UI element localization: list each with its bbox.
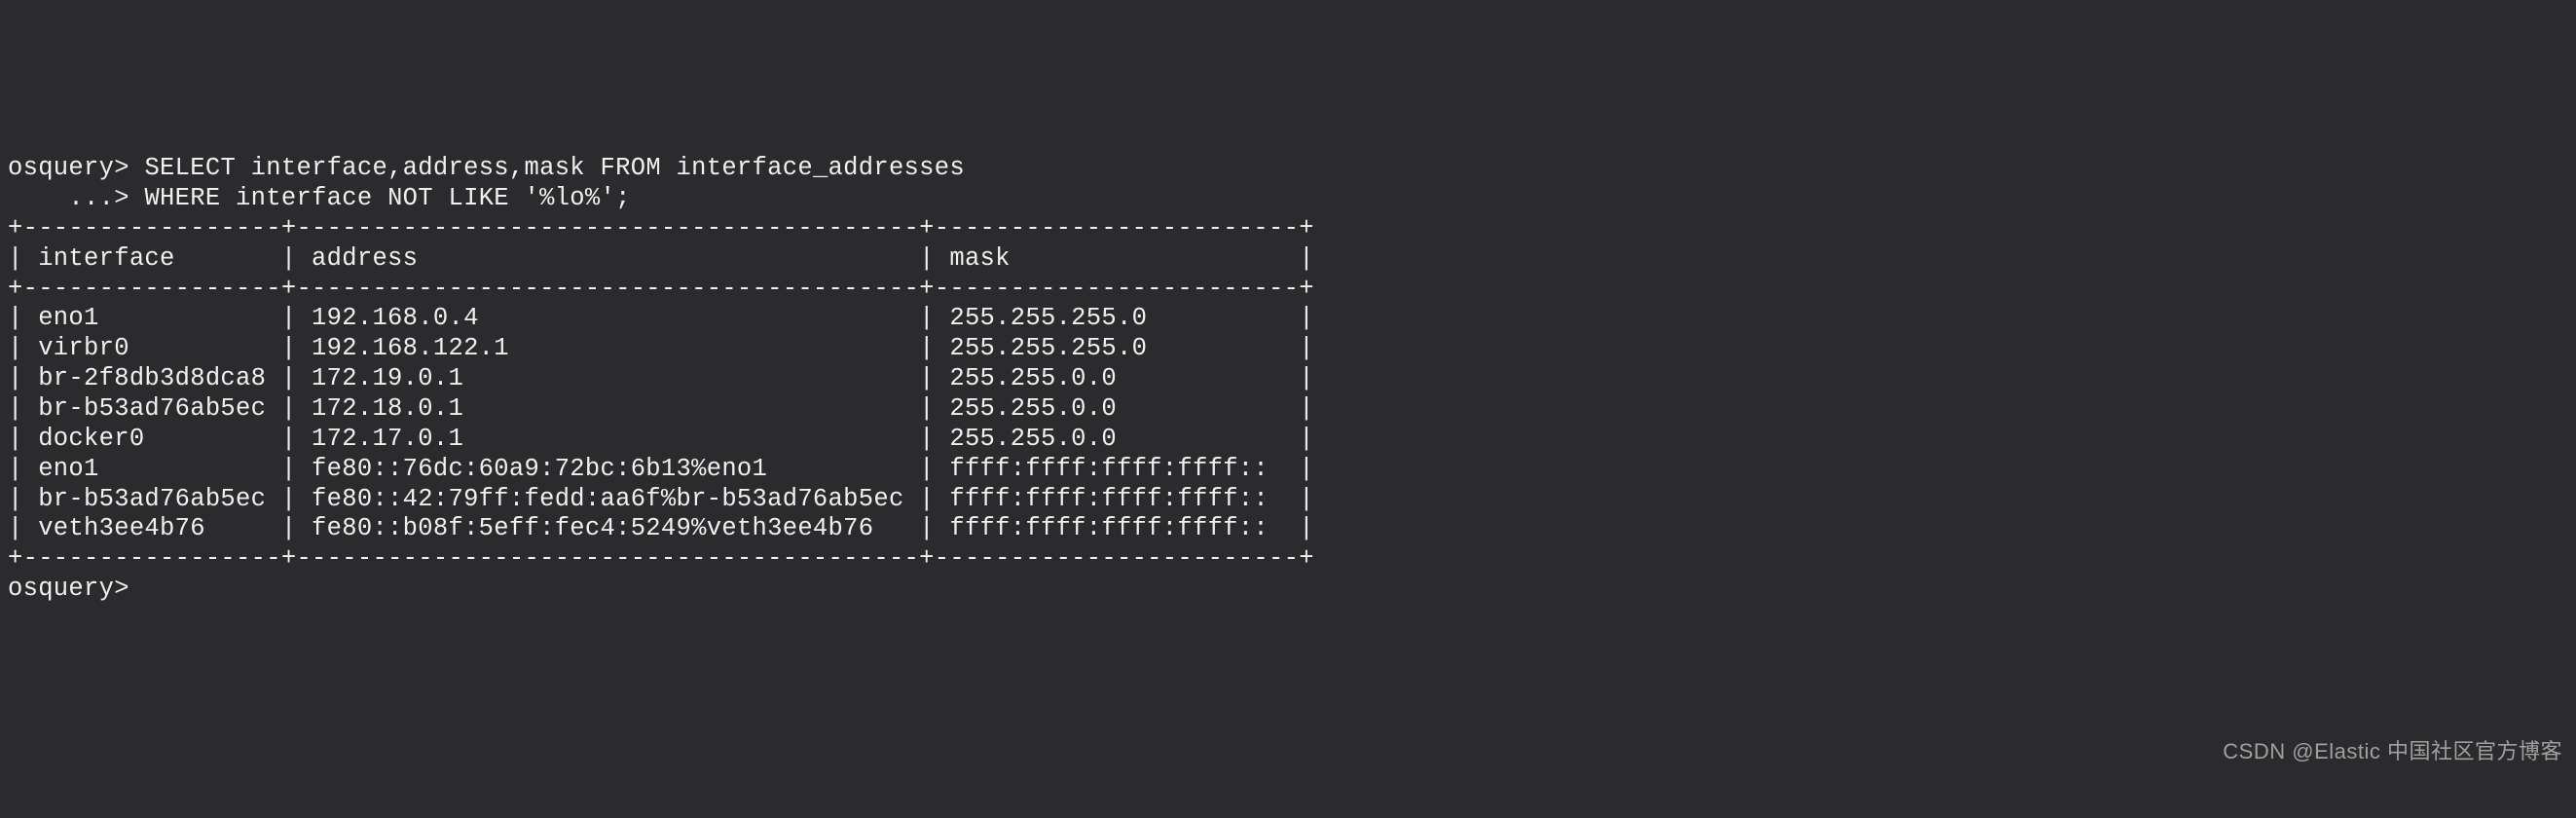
query-line-1: osquery> SELECT interface,address,mask F… — [8, 154, 965, 182]
table-row: | eno1 | fe80::76dc:60a9:72bc:6b13%eno1 … — [8, 455, 1314, 483]
table-row: | eno1 | 192.168.0.4 | 255.255.255.0 | — [8, 304, 1314, 332]
table-row: | docker0 | 172.17.0.1 | 255.255.0.0 | — [8, 425, 1314, 453]
prompt-primary: osquery> — [8, 154, 144, 182]
query-line-2: ...> WHERE interface NOT LIKE '%lo%'; — [8, 184, 631, 212]
table-row: | veth3ee4b76 | fe80::b08f:5eff:fec4:524… — [8, 514, 1314, 542]
sql-query-part2: WHERE interface NOT LIKE '%lo%'; — [144, 184, 630, 212]
table-border-bottom: +-----------------+---------------------… — [8, 544, 1314, 573]
table-border-top: +-----------------+---------------------… — [8, 214, 1314, 242]
prompt-primary: osquery> — [8, 575, 144, 603]
prompt-idle[interactable]: osquery> — [8, 575, 144, 603]
table-border-mid: +-----------------+---------------------… — [8, 275, 1314, 303]
watermark-text: CSDN @Elastic 中国社区官方博客 — [2223, 739, 2562, 765]
prompt-continuation: ...> — [8, 184, 144, 212]
terminal-output: osquery> SELECT interface,address,mask F… — [8, 124, 2568, 608]
sql-query-part1: SELECT interface,address,mask FROM inter… — [144, 154, 965, 182]
table-row: | br-b53ad76ab5ec | 172.18.0.1 | 255.255… — [8, 394, 1314, 423]
table-row: | virbr0 | 192.168.122.1 | 255.255.255.0… — [8, 334, 1314, 362]
table-header: | interface | address | mask | — [8, 244, 1314, 273]
table-row: | br-b53ad76ab5ec | fe80::42:79ff:fedd:a… — [8, 485, 1314, 513]
table-row: | br-2f8db3d8dca8 | 172.19.0.1 | 255.255… — [8, 364, 1314, 392]
